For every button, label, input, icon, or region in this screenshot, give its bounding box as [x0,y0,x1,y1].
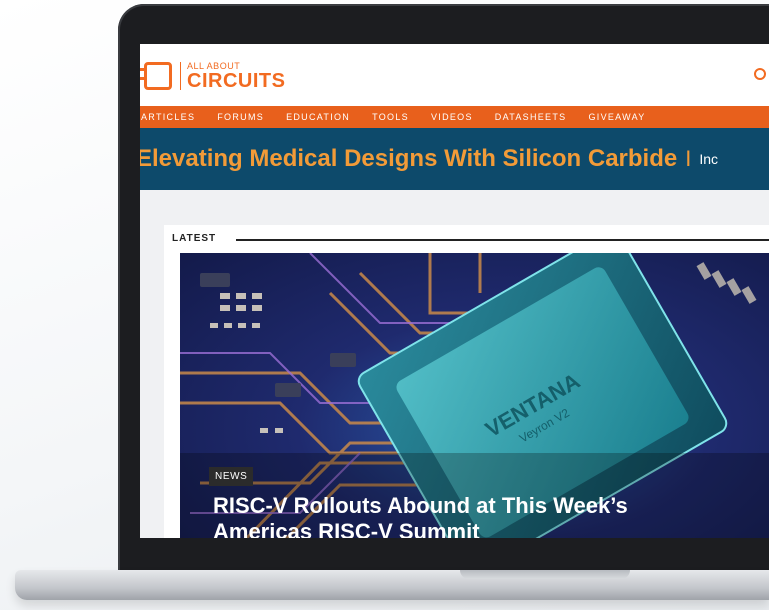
nav-item-forums[interactable]: FORUMS [217,112,264,122]
section-label: LATEST [172,233,217,244]
promo-banner[interactable]: Elevating Medical Designs With Silicon C… [140,128,769,190]
hero-article[interactable]: VENTANA Veyron V2 NEWS RISC-V Rollouts A… [180,253,769,538]
browser-screen: ALL ABOUT CIRCUITS ARTICLES FORUMS EDUCA… [140,44,769,538]
banner-title: Elevating Medical Designs With Silicon C… [140,145,678,172]
latest-section: LATEST VENTANA Veyron V2 NEWS RISC-V Rol… [164,225,769,538]
news-badge: NEWS [209,467,254,486]
nav-item-articles[interactable]: ARTICLES [141,112,195,122]
nav-item-giveaway[interactable]: GIVEAWAY [588,112,645,122]
banner-subtitle: Inc [699,151,719,167]
site-header: ALL ABOUT CIRCUITS [140,44,769,106]
chip-logo-icon [140,62,172,90]
nav-item-datasheets[interactable]: DATASHEETS [495,112,567,122]
logo-divider [180,62,181,90]
article-headline[interactable]: RISC-V Rollouts Abound at This Week’s [213,493,628,519]
banner-separator: I [685,146,692,171]
main-nav: ARTICLES FORUMS EDUCATION TOOLS VIDEOS D… [140,106,769,128]
laptop-base [15,570,769,600]
nav-item-tools[interactable]: TOOLS [372,112,409,122]
site-logo[interactable]: ALL ABOUT CIRCUITS [140,58,286,94]
logo-big-text: CIRCUITS [187,69,286,92]
nav-item-videos[interactable]: VIDEOS [431,112,473,122]
section-divider [236,239,769,241]
search-icon[interactable] [752,68,766,82]
article-headline-line2[interactable]: Americas RISC-V Summit [213,519,480,538]
laptop-thumb-notch [460,570,630,579]
nav-item-education[interactable]: EDUCATION [286,112,350,122]
screen-bezel-bottom [140,538,769,572]
laptop-mockup: ALL ABOUT CIRCUITS ARTICLES FORUMS EDUCA… [0,0,769,610]
main-content: LATEST VENTANA Veyron V2 NEWS RISC-V Rol… [140,190,769,538]
